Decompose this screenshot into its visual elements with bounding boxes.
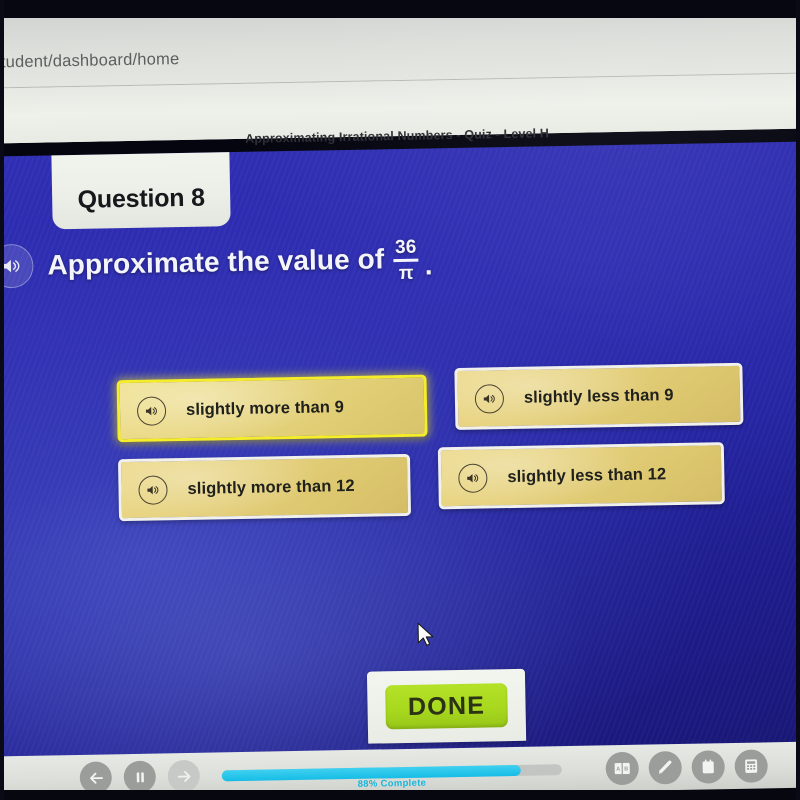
pencil-icon[interactable] xyxy=(648,750,683,785)
answer-options: slightly more than 9 slightly less than … xyxy=(116,362,750,539)
calculator-icon[interactable] xyxy=(734,748,768,783)
fraction-numerator: 36 xyxy=(394,236,417,259)
done-panel: DONE xyxy=(366,668,527,744)
done-button-label: DONE xyxy=(407,691,486,721)
fraction-denominator: π xyxy=(398,262,414,284)
tool-icon-group: A B xyxy=(605,748,778,785)
quiz-stage: Question 8 Approximate the value of 36 π… xyxy=(0,141,800,797)
answer-option-label: slightly less than 9 xyxy=(523,385,674,407)
url-bar-text[interactable]: /student/dashboard/home xyxy=(0,50,180,73)
speaker-icon[interactable] xyxy=(458,462,488,493)
svg-text:A: A xyxy=(616,766,620,772)
svg-text:B: B xyxy=(624,766,628,772)
mouse-pointer-icon xyxy=(416,621,437,649)
answer-option-label: slightly more than 9 xyxy=(185,397,345,419)
monitor-bezel-top xyxy=(0,0,800,18)
fraction: 36 π xyxy=(393,236,419,284)
answer-option-label: slightly less than 12 xyxy=(507,464,667,486)
screenshot-root: /student/dashboard/home Approximating Ir… xyxy=(0,0,800,800)
pause-icon[interactable] xyxy=(123,760,157,794)
glossary-icon[interactable]: A B xyxy=(605,751,640,785)
answer-options-row-2: slightly more than 12 slightly less than… xyxy=(117,442,749,522)
monitor-bezel-right xyxy=(796,0,800,800)
speaker-icon[interactable] xyxy=(136,395,167,426)
question-text: Approximate the value of 36 π . xyxy=(47,236,433,288)
progress-bar: 88% Complete xyxy=(221,763,562,789)
question-text-suffix: . xyxy=(424,248,433,281)
photographed-screen: /student/dashboard/home Approximating Ir… xyxy=(0,0,800,800)
question-text-prefix: Approximate the value of xyxy=(47,243,385,281)
answer-option-1[interactable]: slightly less than 9 xyxy=(454,362,744,431)
speaker-icon[interactable] xyxy=(474,383,505,414)
question-number-tab: Question 8 xyxy=(51,144,231,230)
answer-option-2[interactable]: slightly more than 12 xyxy=(117,453,412,522)
fraction-bar xyxy=(393,258,419,262)
done-button[interactable]: DONE xyxy=(385,683,508,730)
answer-option-3[interactable]: slightly less than 12 xyxy=(437,442,725,510)
answer-options-row-1: slightly more than 9 slightly less than … xyxy=(116,362,748,443)
answer-option-label: slightly more than 12 xyxy=(187,476,355,498)
arrow-right-icon[interactable] xyxy=(167,759,201,793)
browser-chrome: /student/dashboard/home xyxy=(0,0,800,144)
speaker-icon[interactable] xyxy=(0,243,34,289)
monitor-bezel-bottom xyxy=(0,790,800,800)
monitor-bezel-left xyxy=(0,0,4,800)
speaker-icon[interactable] xyxy=(138,474,168,505)
question-number-label: Question 8 xyxy=(77,183,206,214)
answer-option-0[interactable]: slightly more than 9 xyxy=(116,374,428,443)
question-prompt-row: Approximate the value of 36 π . xyxy=(0,236,433,289)
notepad-icon[interactable] xyxy=(691,749,725,784)
